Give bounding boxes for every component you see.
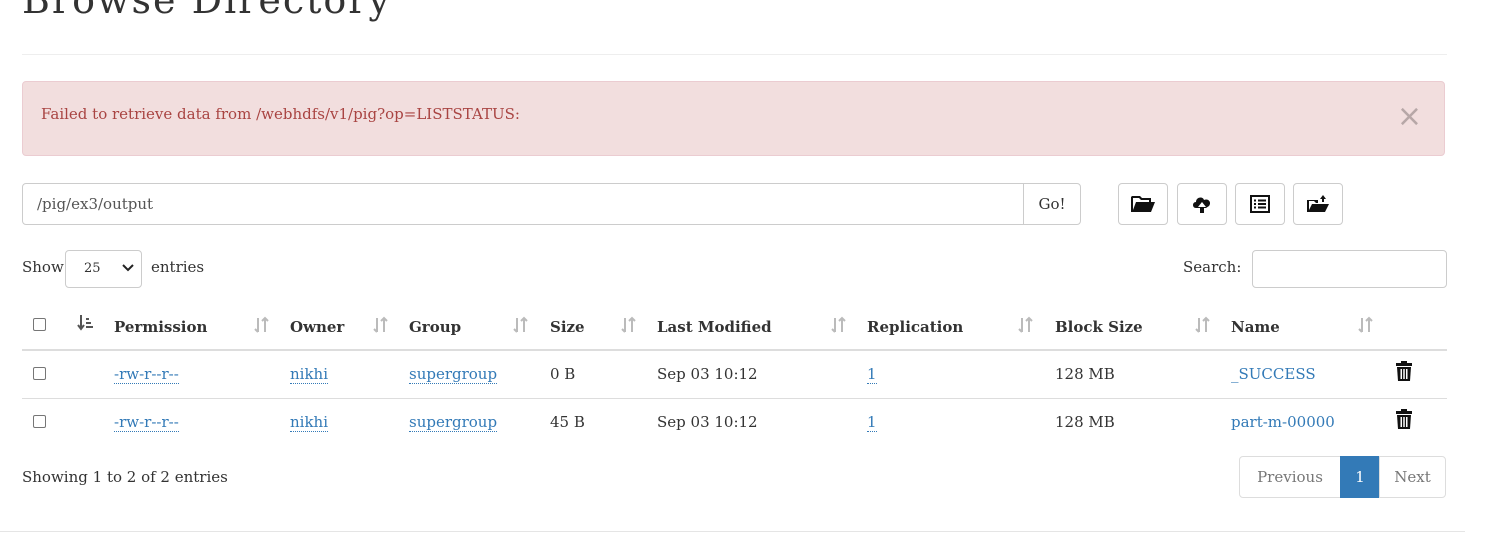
entries-label: entries <box>151 258 205 276</box>
cloud-upload-icon <box>1193 197 1211 213</box>
sort-both-icon[interactable] <box>512 315 530 335</box>
sort-both-icon[interactable] <box>1194 315 1212 335</box>
cut-paste-button[interactable] <box>1293 183 1343 225</box>
create-directory-button[interactable] <box>1118 183 1168 225</box>
footer-divider <box>0 531 1465 532</box>
column-header-group[interactable]: Group <box>409 318 461 336</box>
select-all-checkbox[interactable] <box>33 318 46 331</box>
go-button[interactable]: Go! <box>1023 183 1081 225</box>
close-icon[interactable]: × <box>1397 102 1422 132</box>
block-size-cell: 128 MB <box>1055 365 1115 383</box>
column-header-name[interactable]: Name <box>1231 318 1280 336</box>
upload-button[interactable] <box>1177 183 1227 225</box>
chevron-down-icon <box>122 264 134 272</box>
sort-both-icon[interactable] <box>1357 315 1375 335</box>
pagination: Previous 1 Next <box>1239 456 1446 498</box>
sort-both-icon[interactable] <box>1017 315 1035 335</box>
column-header-owner[interactable]: Owner <box>290 318 344 336</box>
column-header-permission[interactable]: Permission <box>114 318 207 336</box>
replication-link[interactable]: 1 <box>867 413 877 432</box>
title-divider <box>22 54 1447 55</box>
row-checkbox[interactable] <box>33 367 46 380</box>
table-header-divider <box>22 349 1447 351</box>
path-input[interactable] <box>22 183 1024 225</box>
sort-ascending-icon[interactable] <box>76 313 96 333</box>
folder-move-icon <box>1307 195 1329 212</box>
file-name-link[interactable]: part-m-00000 <box>1231 413 1335 431</box>
sort-both-icon[interactable] <box>830 315 848 335</box>
alert-message: Failed to retrieve data from /webhdfs/v1… <box>41 105 520 123</box>
group-link[interactable]: supergroup <box>409 365 498 384</box>
page-1-button[interactable]: 1 <box>1340 456 1380 498</box>
next-page-button[interactable]: Next <box>1379 456 1446 498</box>
replication-link[interactable]: 1 <box>867 365 877 384</box>
group-link[interactable]: supergroup <box>409 413 498 432</box>
search-label: Search: <box>1183 258 1242 276</box>
last-modified-cell: Sep 03 10:12 <box>657 365 758 383</box>
file-name-link[interactable]: _SUCCESS <box>1231 365 1316 383</box>
row-checkbox[interactable] <box>33 415 46 428</box>
table-info: Showing 1 to 2 of 2 entries <box>22 468 228 486</box>
sort-both-icon[interactable] <box>372 315 390 335</box>
sort-both-icon[interactable] <box>620 315 638 335</box>
path-bar: Go! <box>22 183 1081 225</box>
column-header-size[interactable]: Size <box>550 318 585 336</box>
toggle-details-button[interactable] <box>1235 183 1285 225</box>
entries-per-page-select[interactable]: 25 <box>65 250 142 288</box>
column-header-replication[interactable]: Replication <box>867 318 963 336</box>
permission-link[interactable]: -rw-r--r-- <box>114 413 179 432</box>
sort-both-icon[interactable] <box>253 315 271 335</box>
row-divider <box>22 398 1447 399</box>
owner-link[interactable]: nikhi <box>290 413 329 432</box>
search-input[interactable] <box>1252 250 1447 288</box>
column-header-block-size[interactable]: Block Size <box>1055 318 1143 336</box>
show-label: Show <box>22 258 64 276</box>
size-cell: 0 B <box>550 365 576 383</box>
entries-select-value: 25 <box>84 261 101 276</box>
previous-page-button[interactable]: Previous <box>1239 456 1341 498</box>
column-header-last-modified[interactable]: Last Modified <box>657 318 772 336</box>
folder-open-icon <box>1131 196 1155 212</box>
block-size-cell: 128 MB <box>1055 413 1115 431</box>
owner-link[interactable]: nikhi <box>290 365 329 384</box>
error-alert: Failed to retrieve data from /webhdfs/v1… <box>22 81 1445 156</box>
trash-icon[interactable] <box>1395 361 1413 381</box>
last-modified-cell: Sep 03 10:12 <box>657 413 758 431</box>
permission-link[interactable]: -rw-r--r-- <box>114 365 179 384</box>
trash-icon[interactable] <box>1395 409 1413 429</box>
page-title: Browse Directory <box>22 0 392 22</box>
size-cell: 45 B <box>550 413 585 431</box>
list-alt-icon <box>1250 195 1270 213</box>
